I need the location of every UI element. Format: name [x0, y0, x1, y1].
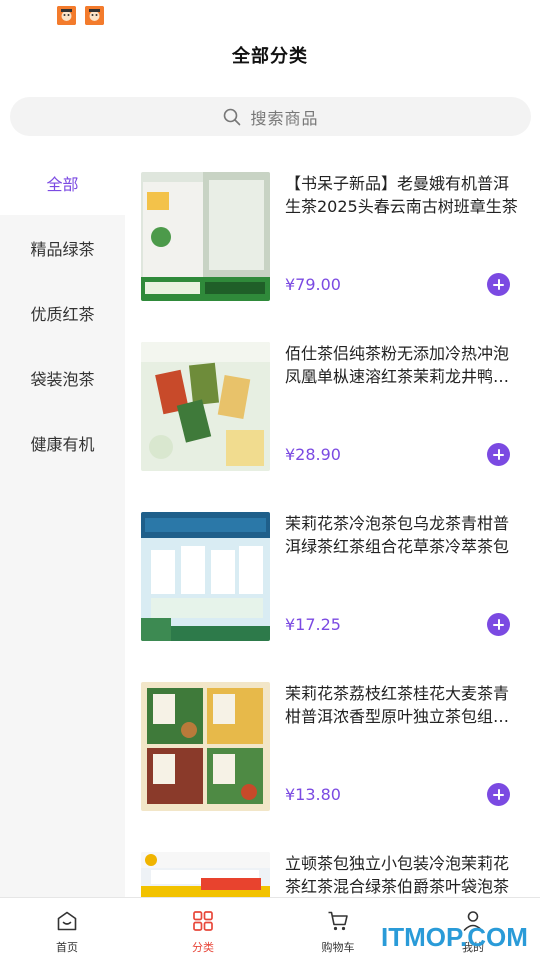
search-icon — [224, 108, 241, 125]
sidebar-item-label: 健康有机 — [30, 434, 95, 454]
tab-cart[interactable]: 购物车 — [278, 898, 398, 960]
page-title: 全部分类 — [232, 46, 308, 67]
product-image[interactable] — [141, 682, 270, 811]
tab-home[interactable]: 首页 — [7, 898, 127, 960]
product-image[interactable] — [141, 172, 270, 301]
product-title[interactable]: 茉莉花茶荔枝红茶桂花大麦茶青柑普洱浓香型原叶独立茶包组合装 — [285, 682, 521, 728]
tab-label: 购物车 — [321, 941, 355, 954]
product-price: ¥28.90 — [285, 445, 341, 464]
product-item[interactable]: 【书呆子新品】老曼娥有机普洱生茶2025头春云南古树班章生茶 ¥79.00 — [141, 172, 521, 302]
tab-label: 分类 — [192, 941, 214, 954]
product-item[interactable]: 茉莉花茶冷泡茶包乌龙茶青柑普洱绿茶红茶组合花草茶冷萃茶包 ¥17.25 — [141, 512, 521, 642]
sidebar-item-label: 精品绿茶 — [30, 239, 95, 259]
product-price: ¥13.80 — [285, 785, 341, 804]
product-item[interactable]: 茉莉花茶荔枝红茶桂花大麦茶青柑普洱浓香型原叶独立茶包组合装 ¥13.80 — [141, 682, 521, 812]
home-icon — [57, 911, 77, 931]
tab-label: 首页 — [56, 941, 78, 954]
add-to-cart-button[interactable] — [487, 613, 510, 636]
product-title[interactable]: 茉莉花茶冷泡茶包乌龙茶青柑普洱绿茶红茶组合花草茶冷萃茶包 — [285, 512, 521, 558]
product-price: ¥17.25 — [285, 615, 341, 634]
sidebar-item-organic[interactable]: 健康有机 — [0, 410, 125, 475]
app-notification-icon — [85, 6, 104, 25]
sidebar-item-label: 袋装泡茶 — [30, 369, 95, 389]
category-sidebar: 全部 精品绿茶 优质红茶 袋装泡茶 健康有机 — [0, 150, 125, 898]
search-input[interactable]: 搜索商品 — [10, 97, 531, 136]
add-to-cart-button[interactable] — [487, 783, 510, 806]
product-price: ¥79.00 — [285, 275, 341, 294]
sidebar-item-black-tea[interactable]: 优质红茶 — [0, 280, 125, 345]
add-to-cart-button[interactable] — [487, 443, 510, 466]
app-notification-icon — [57, 6, 76, 25]
product-image[interactable] — [141, 342, 270, 471]
product-image[interactable] — [141, 512, 270, 641]
sidebar-item-green-tea[interactable]: 精品绿茶 — [0, 215, 125, 280]
cart-icon — [328, 911, 348, 931]
sidebar-item-label: 全部 — [46, 174, 79, 194]
sidebar-item-tea-bags[interactable]: 袋装泡茶 — [0, 345, 125, 410]
product-title[interactable]: 佰仕茶侣纯茶粉无添加冷热冲泡凤凰单枞速溶红茶茉莉龙井鸭屎香 — [285, 342, 521, 388]
watermark-text: ITMOP.COM — [381, 922, 528, 952]
sidebar-item-label: 优质红茶 — [30, 304, 95, 324]
status-bar — [0, 0, 540, 34]
search-placeholder: 搜索商品 — [250, 108, 319, 128]
add-to-cart-button[interactable] — [487, 273, 510, 296]
product-title[interactable]: 立顿茶包独立小包装冷泡茉莉花茶红茶混合绿茶伯爵茶叶袋泡茶 — [285, 852, 521, 898]
category-icon — [193, 911, 213, 931]
product-item[interactable]: 佰仕茶侣纯茶粉无添加冷热冲泡凤凰单枞速溶红茶茉莉龙井鸭屎香 ¥28.90 — [141, 342, 521, 472]
sidebar-item-all[interactable]: 全部 — [0, 150, 125, 215]
tab-category[interactable]: 分类 — [143, 898, 263, 960]
product-title[interactable]: 【书呆子新品】老曼娥有机普洱生茶2025头春云南古树班章生茶 — [285, 172, 521, 218]
